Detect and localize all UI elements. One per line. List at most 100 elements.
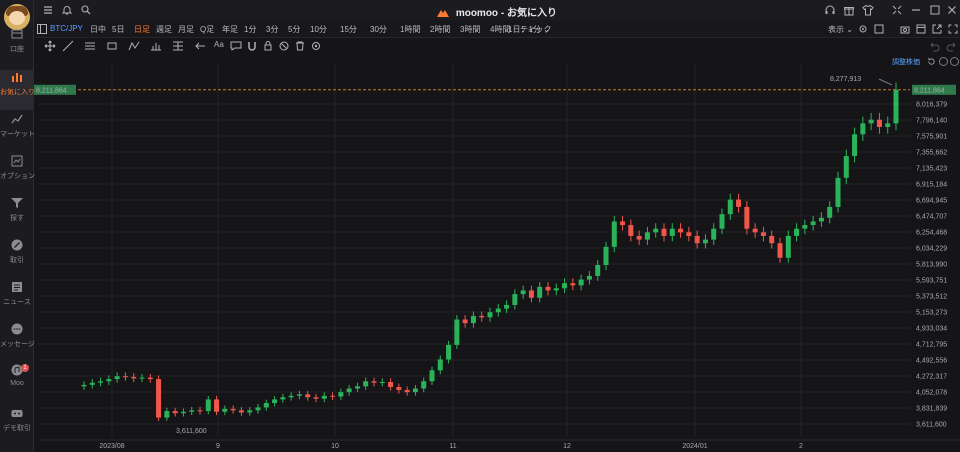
y-tick-label: 6,254,468 [916,230,947,237]
layout-panel-icon[interactable] [37,24,47,34]
timeframe-tab[interactable]: 日中 [90,24,106,35]
sidebar-item-1[interactable]: お気に入り [0,70,35,110]
candle-body [578,279,584,286]
timeframe-tab[interactable]: 日足 [134,24,150,35]
title-bar: moomoo - お気に入り [34,0,960,20]
timeframe-tab[interactable]: 1時間 [400,24,420,35]
y-tick-label: 4,933,034 [916,326,947,333]
display-menu[interactable]: 表示 ⌄ [828,24,853,35]
sidebar-item-6[interactable]: ニュース [0,280,34,320]
x-tick-label: 10 [331,443,339,450]
timeframe-tab[interactable]: 週足 [156,24,172,35]
y-tick-label: 4,712,795 [916,342,947,349]
timeframe-tab[interactable]: 30分 [370,24,387,35]
close-icon[interactable] [946,4,958,16]
layout-square-icon[interactable] [874,24,884,34]
adjusted-price-toggle[interactable]: 調整株価 [892,57,920,67]
trash-icon[interactable] [294,40,306,52]
arrow-tool-icon[interactable] [194,40,206,52]
candle-body [255,407,261,411]
crosshair-move-icon[interactable] [44,40,56,52]
candle-body [802,225,808,229]
measure-tool-icon[interactable] [150,40,162,52]
candle-body [644,232,650,240]
popout-icon[interactable] [932,24,942,34]
drawing-settings-icon[interactable] [310,40,322,52]
sidebar-item-9[interactable]: デモ取引 [0,406,34,446]
candle-body [338,392,344,397]
price-chart[interactable]: 8,016,379 7,796,140 7,575,901 7,355,662 7,13… [34,54,960,452]
text-tool[interactable]: Aa [214,40,224,49]
gift-icon[interactable] [843,4,855,16]
sidebar-item-0[interactable]: 口座 [0,27,34,67]
timeframe-tab[interactable]: 月足 [178,24,194,35]
candle-body [247,410,253,413]
interval-select[interactable]: 1日：1分 ⌄ [508,24,550,35]
candle-body [263,403,269,408]
timeframe-tab[interactable]: 年足 [222,24,238,35]
lock-icon[interactable] [262,40,274,52]
timeframe-tab[interactable]: 15分 [340,24,357,35]
settings-gear-icon[interactable] [858,24,868,34]
y-tick-label: 3,611,600 [916,422,947,429]
candle-body [586,275,592,280]
timeframe-tab[interactable]: 2時間 [430,24,450,35]
sidebar-item-8[interactable]: Moo 1 [0,363,34,403]
candle-body [296,394,302,396]
candlestick-chart[interactable]: 8,016,379 7,796,140 7,575,901 7,355,662 7,13… [34,54,960,452]
candle-body [421,381,427,389]
candle-body [470,315,476,324]
fullscreen-icon[interactable] [948,24,958,34]
timeframe-tab[interactable]: 10分 [310,24,327,35]
x-tick-label: 2024/01 [682,443,707,450]
timeframe-tab[interactable]: 5分 [288,24,300,35]
sidebar-item-7[interactable]: メッセージ [0,322,35,362]
zoom-in-icon[interactable] [950,57,959,66]
candle-body [446,344,452,360]
timeframe-tab[interactable]: 1分 [244,24,256,35]
timeframe-tab[interactable]: Q足 [200,24,214,35]
sidebar-item-4[interactable]: 探す [0,196,34,236]
candle-body [371,381,377,383]
sidebar-item-2[interactable]: マーケット [0,112,35,152]
sidebar-item-5[interactable]: 取引 [0,238,34,278]
pattern-tool-icon[interactable] [128,40,140,52]
candle-body [595,265,601,276]
low-annotation: 3,611,600 [176,428,207,435]
timeframe-tab[interactable]: 3時間 [460,24,480,35]
rectangle-tool-icon[interactable] [106,40,118,52]
candle-body [694,235,700,244]
redo-icon[interactable] [946,40,958,52]
headset-icon[interactable] [824,4,836,16]
drawing-toolbar: Aa [34,38,960,54]
reset-icon[interactable] [927,57,936,66]
candle-body [512,294,518,305]
shrink-icon[interactable] [891,4,903,16]
sidebar-item-label: 取引 [10,257,24,264]
minimize-icon[interactable] [910,4,922,16]
symbol-selector[interactable]: BTC/JPY [50,24,83,33]
candle-body [89,382,95,385]
candle-body [686,232,692,236]
undo-icon[interactable] [928,40,940,52]
timeframe-tab[interactable]: 3分 [266,24,278,35]
candle-body [122,376,128,378]
fib-tool-icon[interactable] [172,40,184,52]
window-toggle-icon[interactable] [916,24,926,34]
candle-body [396,387,402,390]
zoom-out-icon[interactable] [939,57,948,66]
candle-body [388,381,394,388]
y-tick-label: 5,153,273 [916,310,947,317]
hide-drawings-icon[interactable] [278,40,290,52]
timeframe-tab[interactable]: 5日 [112,24,124,35]
y-tick-label: 5,813,990 [916,262,947,269]
trend-line-icon[interactable] [62,40,74,52]
shirt-icon[interactable] [862,4,874,16]
camera-icon[interactable] [900,24,910,34]
candle-body [437,359,443,371]
horizontal-line-icon[interactable] [84,40,96,52]
sidebar-item-3[interactable]: オプション [0,154,35,194]
comment-tool-icon[interactable] [230,40,242,52]
magnet-icon[interactable] [246,40,258,52]
maximize-icon[interactable] [929,4,941,16]
